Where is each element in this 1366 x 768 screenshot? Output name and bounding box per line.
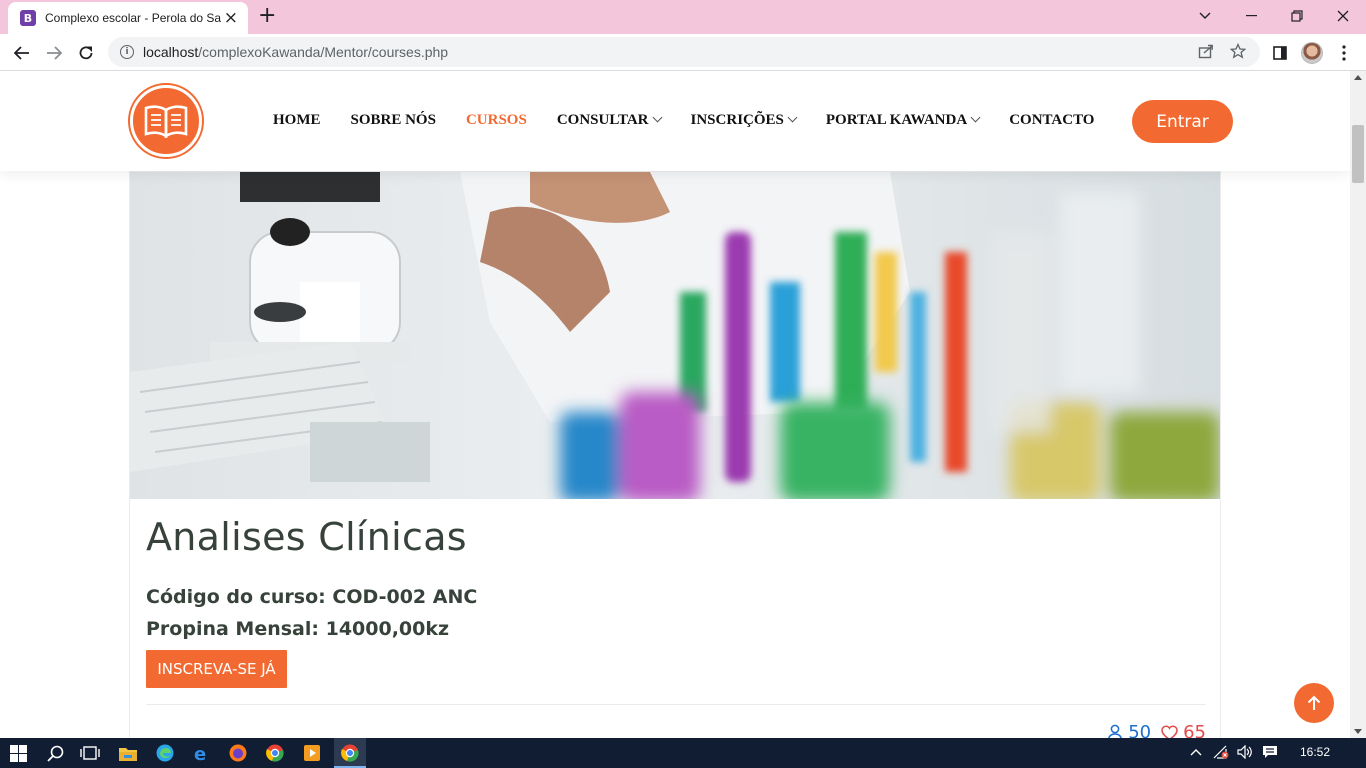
chrome-profile-icon[interactable] xyxy=(340,743,360,763)
file-explorer-icon[interactable] xyxy=(118,743,138,763)
minimize-icon[interactable] xyxy=(1228,0,1274,32)
enroll-button[interactable]: INSCREVA-SE JÁ xyxy=(146,650,287,688)
nav-portal-kawanda[interactable]: PORTAL KAWANDA xyxy=(825,112,981,129)
nav-contacto[interactable]: CONTACTO xyxy=(1009,112,1094,129)
url-path: /complexoKawanda/Mentor/courses.php xyxy=(198,44,449,60)
login-button[interactable]: Entrar xyxy=(1132,100,1233,143)
main-navigation: HOME SOBRE NÓS CURSOS CONSULTAR INSCRIÇÕ… xyxy=(273,112,1124,129)
internet-explorer-icon[interactable]: e xyxy=(191,743,211,763)
nav-consultar[interactable]: CONSULTAR xyxy=(556,112,662,129)
restore-icon[interactable] xyxy=(1274,0,1320,32)
back-icon[interactable] xyxy=(8,39,36,67)
bookmark-star-icon[interactable] xyxy=(1229,42,1247,63)
edge-icon[interactable] xyxy=(155,743,175,763)
tab-title: Complexo escolar - Perola do Sal xyxy=(45,11,221,25)
chevron-down-icon xyxy=(787,112,798,123)
windows-start-icon[interactable] xyxy=(8,743,28,763)
back-to-top-button[interactable] xyxy=(1294,683,1334,723)
nav-sobre-nos[interactable]: SOBRE NÓS xyxy=(351,112,436,129)
url-text: localhost/complexoKawanda/Mentor/courses… xyxy=(143,44,448,60)
task-view-icon[interactable] xyxy=(80,743,100,763)
volume-icon[interactable] xyxy=(1237,744,1253,763)
scroll-down-arrow-icon[interactable] xyxy=(1354,729,1362,734)
nav-inscricoes-label: INSCRIÇÕES xyxy=(690,112,784,128)
course-title: Analises Clínicas xyxy=(146,515,467,559)
windows-taskbar: e 16:52 xyxy=(0,738,1366,768)
course-image-laboratory xyxy=(130,172,1220,499)
action-center-icon[interactable] xyxy=(1262,745,1278,763)
reload-icon[interactable] xyxy=(72,39,100,67)
tab-search-chevron-icon[interactable] xyxy=(1182,0,1228,32)
search-icon[interactable] xyxy=(45,743,65,763)
chevron-down-icon xyxy=(652,112,662,123)
nav-consultar-label: CONSULTAR xyxy=(556,112,649,128)
course-card: Analises Clínicas Código do curso: COD-0… xyxy=(129,171,1221,738)
tray-chevron-up-icon[interactable] xyxy=(1190,745,1202,760)
arrow-up-icon xyxy=(1307,695,1321,710)
network-disconnected-icon[interactable] xyxy=(1213,745,1229,763)
site-header: HOME SOBRE NÓS CURSOS CONSULTAR INSCRIÇÕ… xyxy=(0,71,1350,171)
nav-cursos[interactable]: CURSOS xyxy=(466,112,527,129)
new-tab-icon[interactable]: + xyxy=(258,5,276,27)
likes-count[interactable]: 65 xyxy=(1161,722,1206,738)
course-code: Código do curso: COD-002 ANC xyxy=(146,586,478,608)
forward-icon[interactable] xyxy=(40,39,68,67)
tab-favicon-icon: B xyxy=(20,10,36,26)
browser-toolbar: i localhost/complexoKawanda/Mentor/cours… xyxy=(0,34,1366,71)
firefox-icon[interactable] xyxy=(228,743,248,763)
address-bar[interactable]: i localhost/complexoKawanda/Mentor/cours… xyxy=(108,37,1260,67)
side-panel-icon[interactable] xyxy=(1266,39,1294,67)
tab-close-icon[interactable]: × xyxy=(224,9,238,27)
page-scrollbar[interactable] xyxy=(1350,71,1366,738)
nav-portal-label: PORTAL KAWANDA xyxy=(825,112,968,128)
likes-count-value: 65 xyxy=(1183,722,1206,738)
card-divider xyxy=(146,704,1206,705)
chrome-icon[interactable] xyxy=(265,743,285,763)
svg-text:e: e xyxy=(194,744,206,762)
url-host: localhost xyxy=(143,44,199,60)
browser-tab-bar: B Complexo escolar - Perola do Sal × + xyxy=(0,0,1366,34)
chevron-down-icon xyxy=(970,112,981,123)
taskbar-clock[interactable]: 16:52 xyxy=(1300,745,1330,759)
media-player-icon[interactable] xyxy=(302,743,322,763)
scroll-up-arrow-icon[interactable] xyxy=(1354,75,1362,80)
site-info-icon[interactable]: i xyxy=(120,45,134,59)
browser-tab[interactable]: B Complexo escolar - Perola do Sal × xyxy=(8,2,248,34)
page-viewport: HOME SOBRE NÓS CURSOS CONSULTAR INSCRIÇÕ… xyxy=(0,71,1350,738)
nav-home[interactable]: HOME xyxy=(273,112,321,129)
nav-inscricoes[interactable]: INSCRIÇÕES xyxy=(690,112,798,129)
students-count-value: 50 xyxy=(1128,722,1152,738)
user-icon xyxy=(1108,724,1123,738)
browser-menu-icon[interactable] xyxy=(1330,39,1358,67)
course-stats: 50 65 xyxy=(1107,722,1206,738)
scrollbar-thumb[interactable] xyxy=(1352,125,1364,183)
close-window-icon[interactable] xyxy=(1320,0,1366,32)
share-icon[interactable] xyxy=(1198,43,1214,63)
school-logo-book-icon[interactable] xyxy=(130,85,202,157)
heart-icon xyxy=(1161,724,1178,738)
students-count: 50 xyxy=(1107,722,1151,738)
course-monthly-fee: Propina Mensal: 14000,00kz xyxy=(146,618,450,640)
profile-avatar[interactable] xyxy=(1298,39,1326,67)
